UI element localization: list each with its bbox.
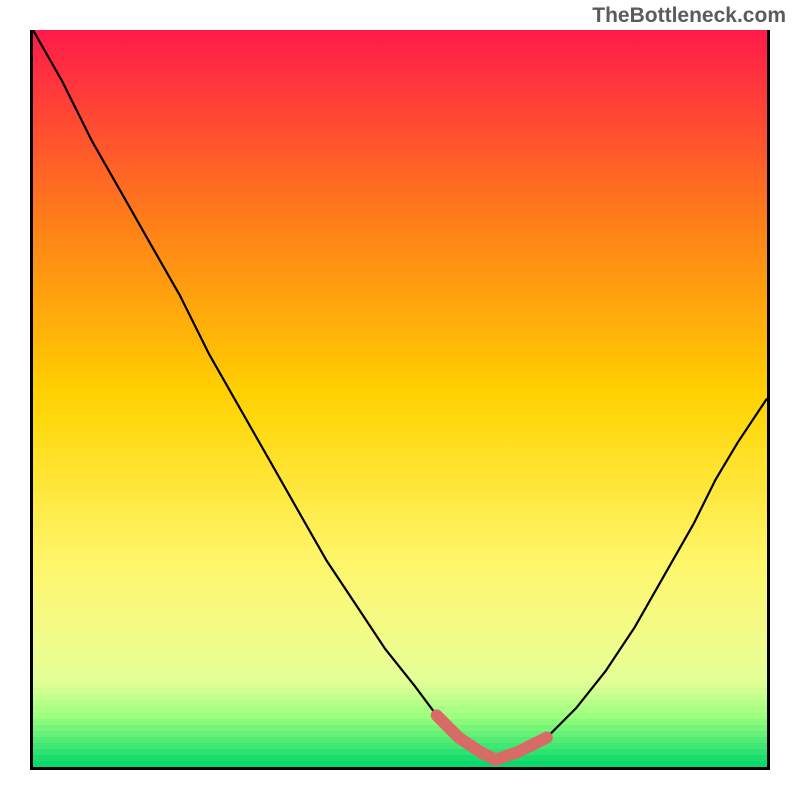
bottleneck-curve — [33, 30, 767, 760]
optimal-range-highlight — [437, 715, 547, 759]
plot-area — [30, 30, 770, 770]
curve-layer — [33, 30, 767, 767]
chart-container: TheBottleneck.com — [0, 0, 800, 800]
credit-text: TheBottleneck.com — [592, 4, 786, 28]
